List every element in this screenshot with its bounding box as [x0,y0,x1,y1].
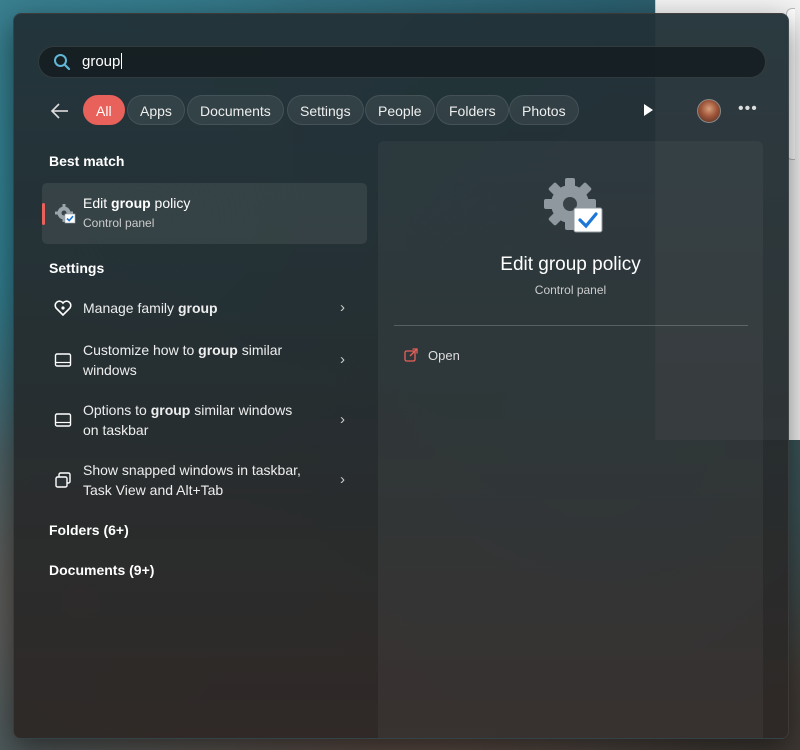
setting-label: Show snapped windows in taskbar, Task Vie… [83,462,301,498]
open-external-icon [404,348,418,362]
more-options-icon[interactable]: ••• [738,100,758,118]
group-policy-icon [55,204,76,224]
back-arrow-icon[interactable] [50,102,70,120]
setting-label: Options to group similar windows on taskb… [83,402,293,438]
best-match-title: Edit group policy [83,195,191,211]
settings-heading: Settings [49,260,105,276]
taskbar-icon [54,413,72,427]
search-icon [54,54,71,71]
avatar[interactable] [697,99,721,123]
filter-bar: All Apps Documents Settings People Folde… [38,94,768,128]
documents-heading[interactable]: Documents (9+) [49,562,154,578]
selection-accent [42,203,45,225]
detail-subtitle: Control panel [534,283,607,297]
detail-title: Edit group policy [500,254,641,275]
play-icon[interactable] [642,103,654,117]
detail-pane: Edit group policy Control panel Open [378,141,763,738]
best-match-item[interactable]: Edit group policy Control panel [42,183,367,244]
chevron-right-icon: › [340,299,345,316]
best-match-heading: Best match [49,153,125,169]
snapped-windows-icon [55,472,71,488]
filter-documents[interactable]: Documents [187,95,284,125]
filter-all[interactable]: All [83,95,125,125]
open-action[interactable]: Open [404,348,460,363]
search-box[interactable]: group [38,46,766,78]
setting-options-group-similar[interactable]: Options to group similar windows on taskb… [42,400,367,440]
setting-customize-group-windows[interactable]: Customize how to group similar windows › [42,340,367,380]
setting-show-snapped-windows[interactable]: Show snapped windows in taskbar, Task Vie… [42,460,367,500]
filter-folders[interactable]: Folders [436,95,509,125]
heart-family-icon [54,300,72,317]
filter-apps[interactable]: Apps [127,95,185,125]
chevron-right-icon: › [340,411,345,428]
setting-manage-family-group[interactable]: Manage family group › [42,296,367,320]
filter-people[interactable]: People [365,95,435,125]
filter-settings[interactable]: Settings [287,95,364,125]
best-match-subtitle: Control panel [83,216,155,230]
divider [394,325,748,326]
setting-label: Manage family group [83,300,218,316]
chevron-right-icon: › [340,471,345,488]
taskbar-icon [54,353,72,367]
search-panel: group All Apps Documents Settings People… [13,13,789,739]
filter-photos[interactable]: Photos [509,95,579,125]
chevron-right-icon: › [340,351,345,368]
group-policy-icon [544,178,603,233]
folders-heading[interactable]: Folders (6+) [49,522,129,538]
setting-label: Customize how to group similar windows [83,342,283,378]
search-input[interactable]: group [82,53,123,70]
